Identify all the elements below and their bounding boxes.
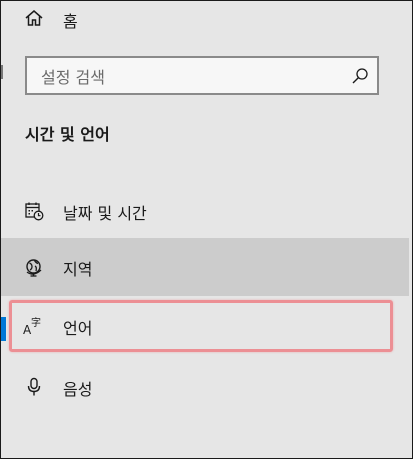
nav-home-label: 홈 [63, 12, 78, 31]
nav-item-speech[interactable]: 음성 [1, 365, 406, 409]
search-input[interactable] [39, 64, 343, 90]
highlight-annotation [9, 300, 393, 352]
section-title: 시간 및 언어 [25, 125, 110, 144]
nav-home[interactable]: 홈 [1, 1, 406, 37]
search-box[interactable] [25, 56, 379, 95]
nav-item-region[interactable]: 지역 [1, 238, 409, 296]
microphone-icon [23, 376, 45, 398]
home-icon [23, 7, 45, 29]
nav-item-date-time[interactable]: 날짜 및 시간 [1, 189, 406, 233]
settings-nav-pane: 홈 시간 및 언어 날짜 및 시간 [0, 0, 413, 459]
nav-item-date-time-label: 날짜 및 시간 [63, 204, 147, 223]
nav-item-region-label: 지역 [63, 260, 93, 279]
nav-item-speech-label: 음성 [63, 380, 93, 399]
window-edge-marker [1, 65, 3, 79]
search-icon[interactable] [351, 67, 369, 85]
calendar-clock-icon [23, 200, 45, 222]
globe-icon [23, 256, 45, 278]
